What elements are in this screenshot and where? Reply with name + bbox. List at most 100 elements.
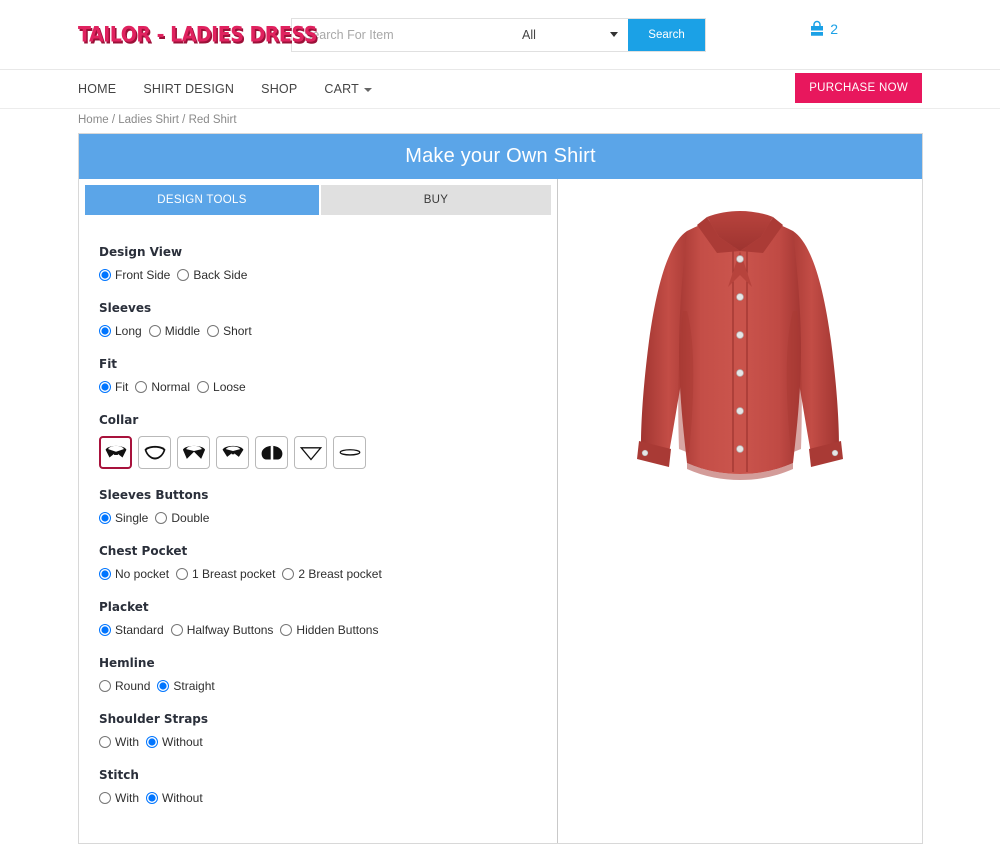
option-group-collar: Collar [99,413,557,469]
radio-label: 2 Breast pocket [298,567,382,581]
radio-option[interactable]: 1 Breast pocket [176,567,275,581]
option-group-chest-pocket: Chest Pocket No pocket 1 Breast pocket 2 Br… [99,544,557,581]
radio-label: No pocket [115,567,170,581]
search-category-select[interactable]: All [518,19,628,51]
radio-option[interactable]: No pocket [99,567,169,581]
radio-label: Short [223,324,252,338]
radio-input[interactable] [99,512,111,524]
shopping-bag-icon [811,20,824,36]
radio-input[interactable] [176,568,189,580]
tab-buy[interactable]: BUY [320,185,551,215]
radio-option[interactable]: With [99,791,139,805]
collar-button-down-icon[interactable] [216,436,249,469]
nav-item-home[interactable]: HOME [78,82,116,96]
radio-option[interactable]: Normal [135,380,190,394]
radio-input[interactable] [157,680,170,692]
collar-v-neck-icon[interactable] [294,436,327,469]
option-list: With Without [99,791,557,805]
radio-label: Round [115,679,151,693]
radio-input[interactable] [99,736,111,748]
option-list: No pocket 1 Breast pocket 2 Breast pocket [99,567,557,581]
radio-input[interactable] [280,624,293,636]
option-group-hemline: Hemline Round Straight [99,656,557,693]
radio-input[interactable] [99,792,111,804]
main-navigation: HOME SHIRT DESIGN SHOP CART PURCHASE NOW [0,70,1000,109]
radio-input[interactable] [155,512,168,524]
radio-option[interactable]: Without [146,791,203,805]
radio-input[interactable] [99,624,111,636]
radio-input[interactable] [135,381,148,393]
radio-input[interactable] [170,624,183,636]
radio-input[interactable] [99,568,111,580]
radio-input[interactable] [207,325,220,337]
radio-label: With [115,735,139,749]
search-input[interactable] [292,18,518,51]
radio-option[interactable]: Short [207,324,252,338]
radio-option[interactable]: Round [99,679,150,693]
nav-item-shop[interactable]: SHOP [261,82,297,96]
radio-option[interactable]: Long [99,324,142,338]
nav-items: HOME SHIRT DESIGN SHOP CART [78,82,373,96]
shirt-button [736,445,744,453]
radio-input[interactable] [197,381,210,393]
radio-input[interactable] [148,325,161,337]
radio-label: Single [115,511,149,525]
breadcrumb[interactable]: Home / Ladies Shirt / Red Shirt [78,114,237,126]
page-title: Make your Own Shirt [79,134,922,179]
radio-input[interactable] [282,568,295,580]
radio-label: Back Side [193,268,248,282]
collar-wide-spread-icon[interactable] [177,436,210,469]
radio-input[interactable] [99,325,111,337]
nav-item-cart[interactable]: CART [324,82,373,96]
radio-input[interactable] [99,269,111,281]
site-header: TAILOR - LADIES DRESS All Search 2 [0,0,1000,70]
radio-option[interactable]: Without [146,735,203,749]
radio-option[interactable]: Fit [99,380,128,394]
radio-option[interactable]: With [99,735,139,749]
shirt-button [736,407,744,415]
radio-option[interactable]: Double [155,511,209,525]
tab-design-tools[interactable]: DESIGN TOOLS [85,185,319,215]
design-tools-column: DESIGN TOOLS BUY Design View Front Side Ba… [79,179,558,843]
radio-input[interactable] [99,680,111,692]
collar-band-icon[interactable] [333,436,366,469]
collar-round-icon[interactable] [255,436,288,469]
radio-option[interactable]: Middle [148,324,201,338]
radio-input[interactable] [146,736,158,748]
purchase-now-button[interactable]: PURCHASE NOW [795,73,922,103]
radio-option[interactable]: 2 Breast pocket [282,567,382,581]
cart-indicator[interactable]: 2 [808,20,838,38]
radio-option[interactable]: Front Side [99,268,170,282]
radio-input[interactable] [99,381,111,393]
shirt-preview [625,191,855,501]
search-button[interactable]: Search [628,18,705,51]
shirt-button [736,331,744,339]
radio-input[interactable] [177,269,190,281]
cart-count: 2 [830,21,838,37]
radio-option[interactable]: Loose [197,380,246,394]
option-list: Long Middle Short [99,324,557,338]
designer-body: DESIGN TOOLS BUY Design View Front Side Ba… [79,179,922,843]
radio-input[interactable] [146,792,158,804]
site-logo[interactable]: TAILOR - LADIES DRESS [78,22,317,47]
radio-option[interactable]: Halfway Buttons [170,623,273,637]
option-list: With Without [99,735,557,749]
option-list: Standard Halfway Buttons Hidden Buttons [99,623,557,637]
nav-item-label: CART [324,82,360,96]
radio-label: Loose [213,380,246,394]
radio-option[interactable]: Single [99,511,148,525]
radio-option[interactable]: Hidden Buttons [280,623,378,637]
shirt-button [736,293,744,301]
radio-label: Middle [164,324,201,338]
nav-item-shirt-design[interactable]: SHIRT DESIGN [143,82,234,96]
radio-option[interactable]: Standard [99,623,164,637]
collar-open-icon[interactable] [138,436,171,469]
collar-spread-icon[interactable] [99,436,132,469]
radio-option[interactable]: Back Side [177,268,247,282]
chevron-down-icon [610,32,618,37]
radio-option[interactable]: Straight [157,679,215,693]
search-bar: All Search [291,17,706,52]
collar-option-list [99,436,557,469]
option-group-design-view: Design View Front Side Back Side [99,245,557,282]
radio-label: Fit [115,380,129,394]
